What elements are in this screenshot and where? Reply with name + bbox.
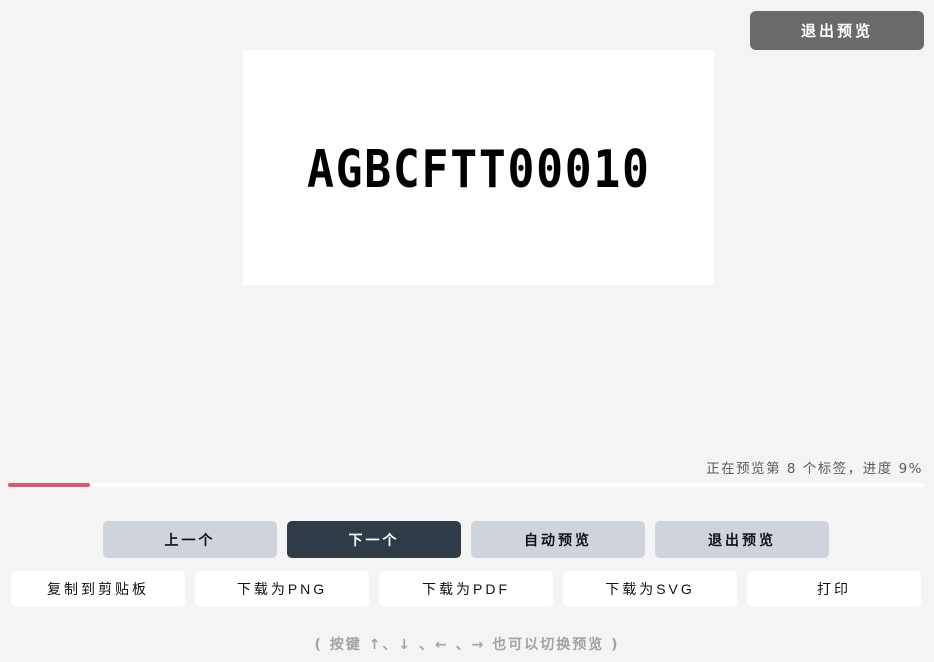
label-preview-page: 退出预览 AGBCFTT00010 正在预览第 8 个标签，进度 9% 上一个 … — [0, 0, 934, 662]
download-pdf-button[interactable]: 下载为PDF — [379, 571, 553, 607]
download-png-button[interactable]: 下载为PNG — [195, 571, 369, 607]
keyboard-hint-text: ( 按键 ↑、↓ 、← 、→ 也可以切换预览 ) — [314, 637, 620, 653]
print-button[interactable]: 打印 — [747, 571, 921, 607]
preview-status-text: 正在预览第 8 个标签，进度 9% — [706, 461, 923, 477]
progress-bar-fill — [8, 483, 91, 487]
download-svg-button[interactable]: 下载为SVG — [563, 571, 737, 607]
auto-preview-button[interactable]: 自动预览 — [471, 521, 645, 558]
previous-button[interactable]: 上一个 — [103, 521, 277, 558]
exit-preview-button[interactable]: 退出预览 — [655, 521, 829, 558]
action-button-row: 复制到剪贴板 下载为PNG 下载为PDF 下载为SVG 打印 — [11, 571, 921, 607]
label-code-text: AGBCFTT00010 — [306, 139, 651, 200]
exit-preview-button-top[interactable]: 退出预览 — [750, 11, 924, 50]
progress-bar — [8, 483, 924, 487]
next-button[interactable]: 下一个 — [287, 521, 461, 558]
navigation-button-row: 上一个 下一个 自动预览 退出预览 — [103, 521, 829, 558]
copy-to-clipboard-button[interactable]: 复制到剪贴板 — [11, 571, 185, 607]
label-preview-card: AGBCFTT00010 — [243, 50, 714, 285]
